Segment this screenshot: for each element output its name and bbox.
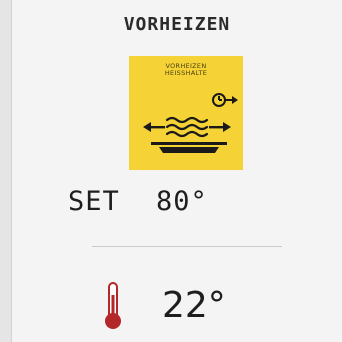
heat-waves-icon bbox=[165, 116, 209, 138]
preheat-hold-icon bbox=[143, 93, 238, 153]
divider bbox=[92, 246, 282, 247]
timer-arrow-icon bbox=[212, 93, 233, 107]
thermometer-icon bbox=[105, 282, 121, 329]
tray-icon bbox=[151, 142, 227, 153]
setpoint-label: SET bbox=[68, 186, 120, 217]
display-screen: VORHEIZEN VORHEIZEN HEISSHALTE SET 80° 2… bbox=[12, 0, 342, 342]
screen-bezel bbox=[0, 0, 12, 342]
preheat-mode-tile[interactable]: VORHEIZEN HEISSHALTE bbox=[129, 56, 243, 170]
page-title: VORHEIZEN bbox=[123, 14, 231, 35]
setpoint-value[interactable]: 80° bbox=[156, 186, 208, 217]
current-temperature: 22° bbox=[162, 285, 226, 326]
